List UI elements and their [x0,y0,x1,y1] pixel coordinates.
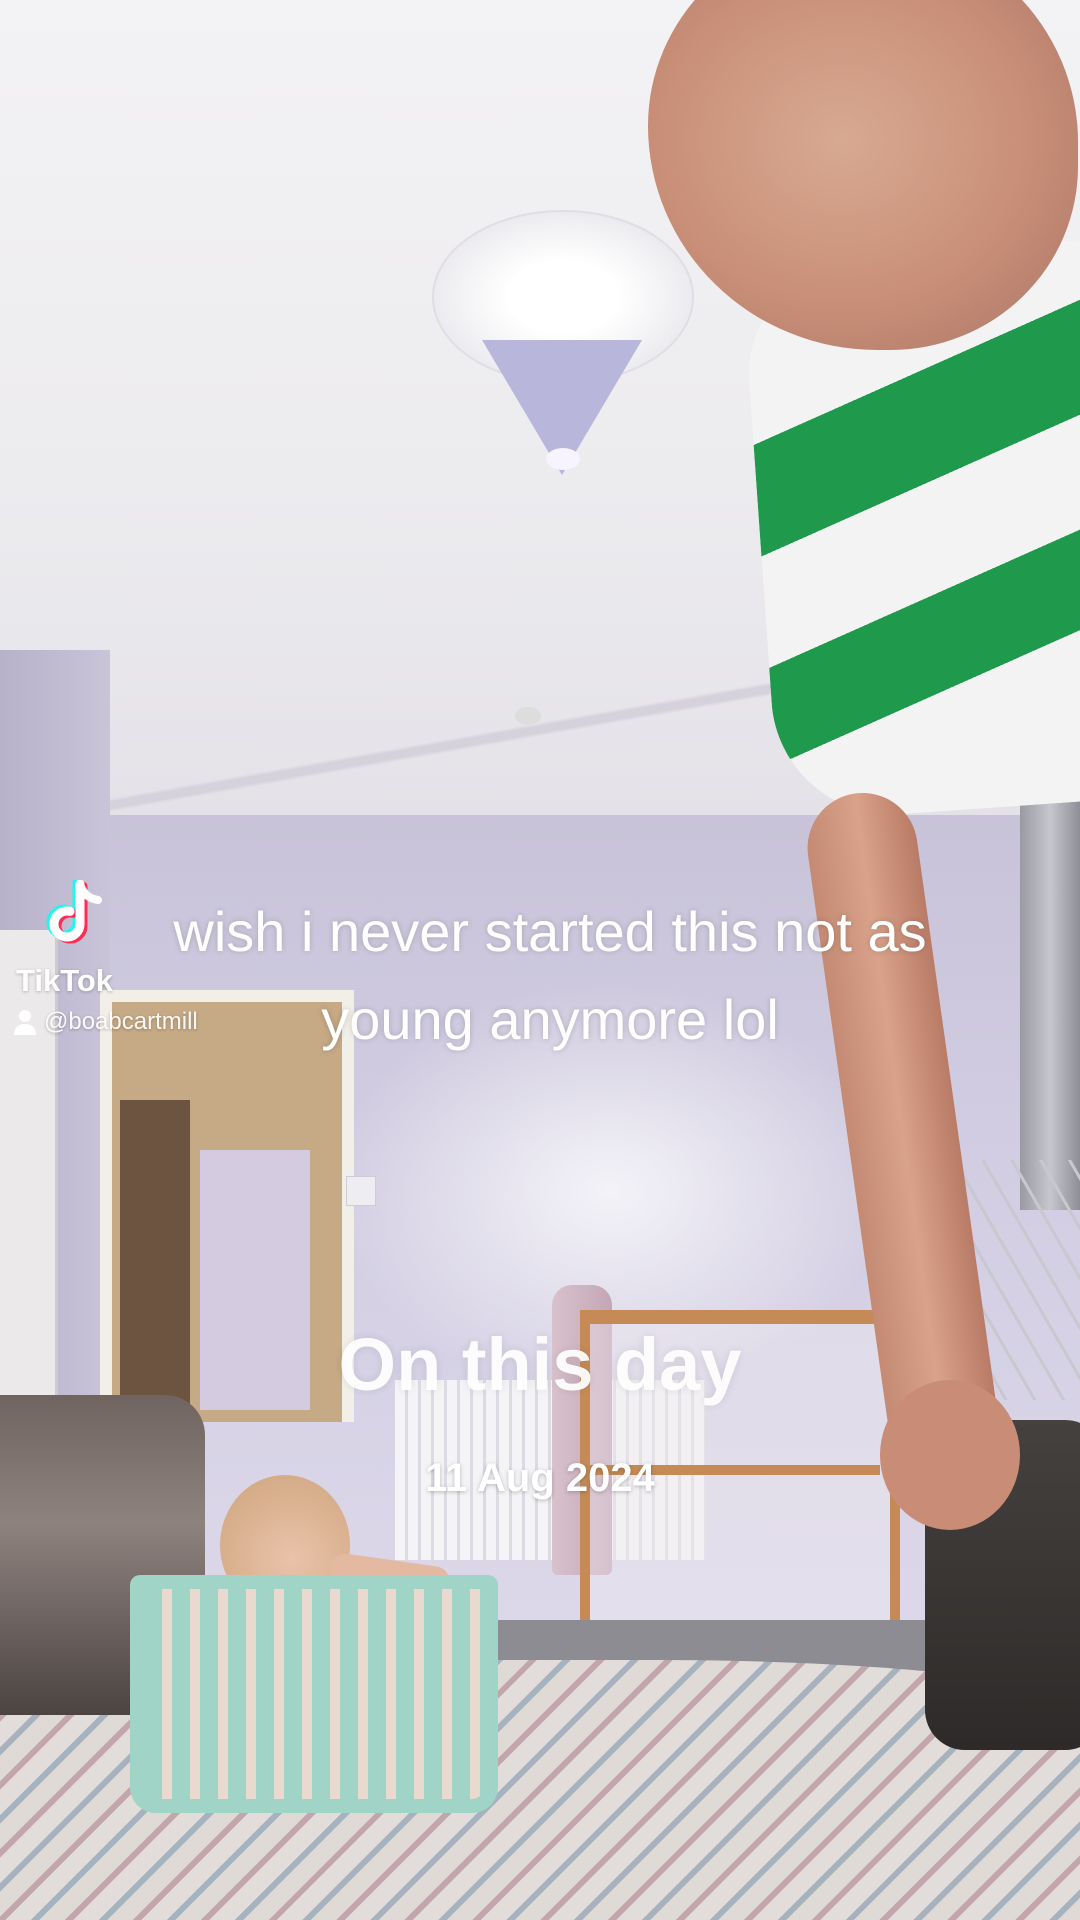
tiktok-wordmark: TikTok [16,963,114,998]
creator-handle: @boabcartmill [44,1008,198,1035]
tiktok-note-icon [46,880,102,944]
creator-handle-row: @boabcartmill [14,1008,198,1036]
video-caption: wish i never started this not as young a… [173,900,927,1051]
video-overlay: wish i never started this not as young a… [0,0,1080,1920]
person-icon [14,1010,36,1035]
memory-date: 11 Aug 2024 [425,1456,655,1500]
memory-title: On this day [338,1323,742,1406]
